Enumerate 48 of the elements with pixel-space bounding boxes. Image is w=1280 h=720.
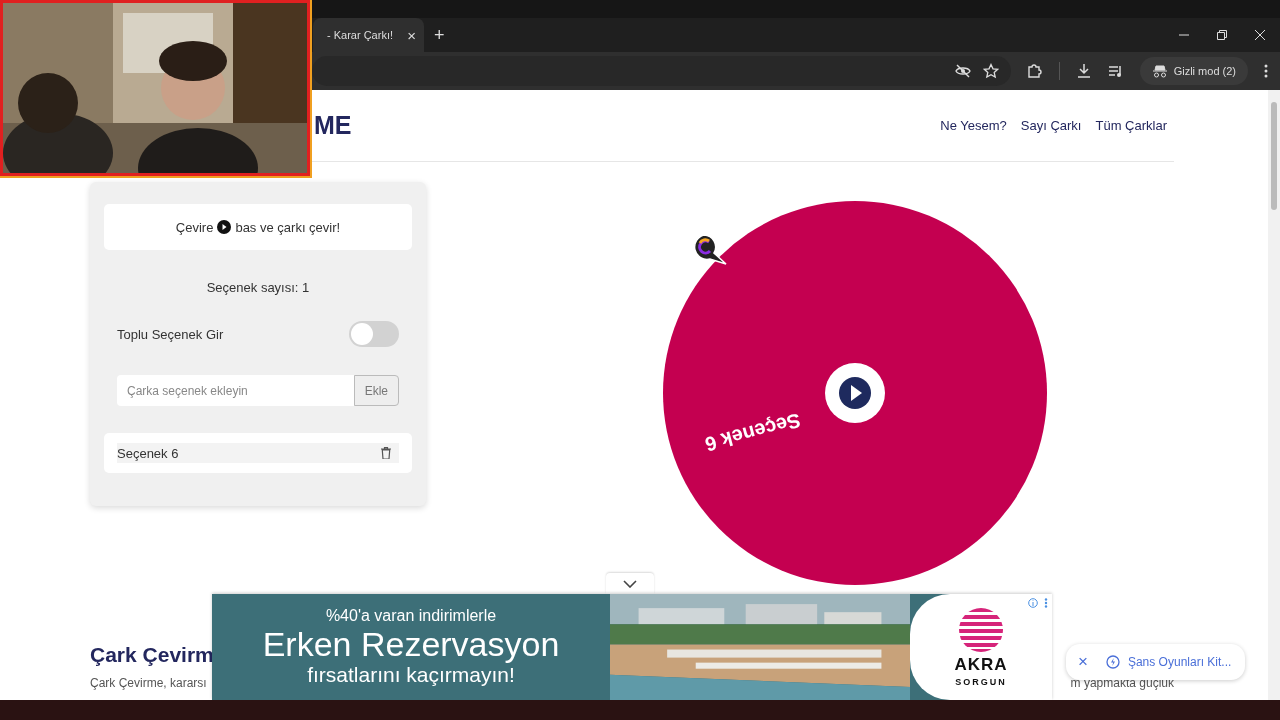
tab-title: - Karar Çarkı! <box>327 29 393 41</box>
ad-banner[interactable]: %40'a varan indirimlerle Erken Rezervasyon fırsatlarını kaçırmayın! AKRA SORGUN <box>212 594 1052 700</box>
nav-link[interactable]: Sayı Çarkı <box>1020 118 1082 133</box>
hint-text: bas ve çarkı çevir! <box>235 219 341 235</box>
site-logo[interactable]: ME <box>314 111 352 140</box>
spin-button[interactable] <box>824 362 886 424</box>
nav-link[interactable]: Ne Yesem? <box>940 118 1007 133</box>
restore-icon[interactable] <box>1216 29 1228 41</box>
menu-icon[interactable] <box>1264 64 1268 78</box>
close-chip-button[interactable]: × <box>1078 652 1088 672</box>
brand-logo-icon <box>958 607 1004 653</box>
option-label: Seçenek 6 <box>117 445 179 461</box>
ad-tagline: %40'a varan indirimlerle <box>325 607 497 625</box>
eye-slash-icon[interactable] <box>954 63 971 79</box>
star-icon[interactable] <box>982 63 999 79</box>
scrollbar[interactable] <box>1268 90 1280 700</box>
close-icon[interactable] <box>1254 29 1266 41</box>
add-button[interactable]: Ekle <box>353 375 399 406</box>
chevron-down-icon <box>623 579 637 588</box>
bolt-icon <box>1105 655 1120 669</box>
article-text: Çark Çevirme, kararsı <box>90 676 207 690</box>
option-input[interactable]: Çarka seçenek ekleyin <box>117 375 354 406</box>
suggestion-chip[interactable]: × Şans Oyunları Kit... <box>1066 644 1246 680</box>
toggle-label: Toplu Seçenek Gir <box>117 326 224 342</box>
collapse-ad-button[interactable] <box>606 573 654 594</box>
toggle-switch[interactable] <box>349 321 399 347</box>
download-icon[interactable] <box>1075 63 1092 79</box>
option-item[interactable]: Seçenek 6 <box>117 443 399 463</box>
info-icon[interactable] <box>1028 598 1038 608</box>
playlist-icon[interactable] <box>1107 63 1124 79</box>
incognito-button[interactable]: Gizli mod (2) <box>1139 57 1248 85</box>
chip-label: Şans Oyunları Kit... <box>1127 655 1232 669</box>
browser-tab[interactable]: - Karar Çarkı! × <box>313 18 424 52</box>
nav-link[interactable]: Tüm Çarklar <box>1095 118 1167 133</box>
close-tab-button[interactable]: × <box>407 26 416 44</box>
hint-text: Çevire <box>175 219 214 235</box>
more-icon[interactable] <box>1044 598 1048 608</box>
option-count: Seçenek sayısı: 1 <box>205 280 311 295</box>
play-icon <box>217 220 232 234</box>
article-heading: Çark Çevirm <box>90 643 214 667</box>
incognito-icon <box>1151 64 1168 78</box>
brand-name: AKRA <box>954 655 1008 675</box>
new-tab-button[interactable]: + <box>434 24 445 46</box>
brand-location: SORGUN <box>955 677 1007 687</box>
trash-icon[interactable] <box>381 447 391 459</box>
ad-subline: fırsatlarını kaçırmayın! <box>307 663 515 687</box>
puzzle-icon[interactable] <box>1026 63 1043 79</box>
ad-headline: Erken Rezervasyon <box>262 625 560 663</box>
